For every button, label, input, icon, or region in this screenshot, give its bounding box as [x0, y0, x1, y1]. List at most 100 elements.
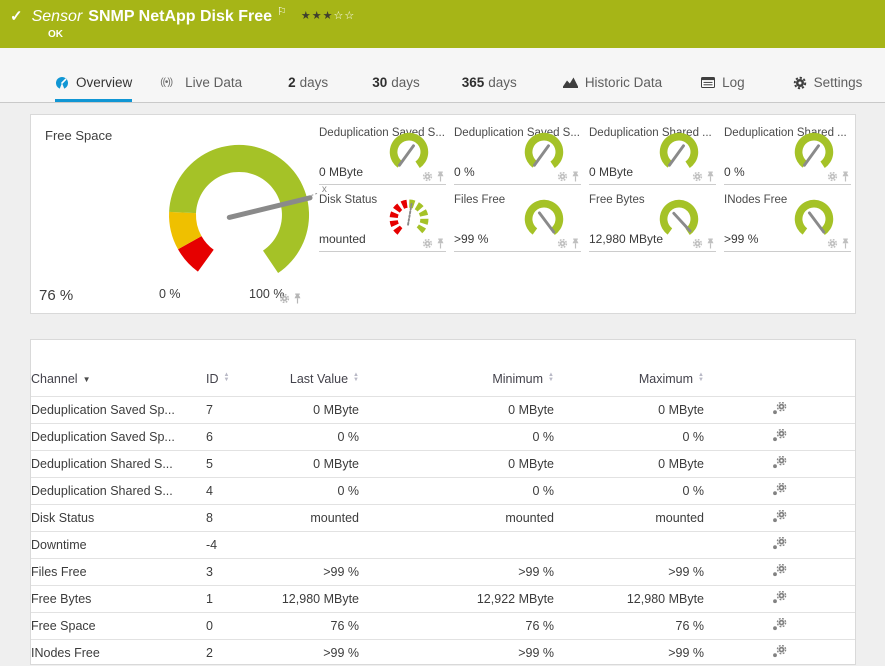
- gauge-settings-gear-icon[interactable]: [692, 171, 703, 182]
- gauge-settings-gear-icon[interactable]: [557, 238, 568, 249]
- cell-last-value: [281, 532, 359, 559]
- gauge-settings-gear-icon[interactable]: [422, 238, 433, 249]
- cell-edit-channel: [704, 613, 855, 640]
- cell-channel: Files Free: [31, 559, 206, 586]
- mini-gauge-dial: [654, 127, 704, 177]
- mini-gauge-dial: [384, 127, 434, 177]
- edit-channel-gear-icon[interactable]: [772, 429, 787, 442]
- cell-id: 3: [206, 559, 281, 586]
- cell-edit-channel: [704, 505, 855, 532]
- gauge-settings-gear-icon[interactable]: [422, 171, 433, 182]
- cell-channel: Free Space: [31, 613, 206, 640]
- tab-bar: Overview((•))Live Data2days30days365days…: [0, 48, 885, 103]
- historic-data-icon: [563, 77, 578, 88]
- cell-last-value: mounted: [281, 505, 359, 532]
- mini-gauge-deduplication-shared: Deduplication Shared ...0 MByte: [589, 125, 716, 185]
- sensor-title: SNMP NetApp Disk Free: [88, 8, 272, 26]
- gauge-settings-gear-icon[interactable]: [692, 238, 703, 249]
- tab-30-days[interactable]: 30days: [372, 75, 420, 102]
- edit-channel-gear-icon[interactable]: [772, 456, 787, 469]
- cell-maximum: 0 %: [554, 478, 704, 505]
- gauge-pin-icon[interactable]: [571, 171, 580, 182]
- gauge-pin-icon[interactable]: [706, 171, 715, 182]
- star-filled-icon: ★★★: [301, 10, 334, 22]
- cell-channel: Disk Status: [31, 505, 206, 532]
- tab-live-data[interactable]: ((•))Live Data: [160, 75, 242, 102]
- edit-channel-gear-icon[interactable]: [772, 591, 787, 604]
- gauge-pin-icon[interactable]: [571, 238, 580, 249]
- cell-maximum: 76 %: [554, 613, 704, 640]
- overview-gauge-icon: [55, 76, 69, 90]
- mini-gauge-label: Disk Status: [319, 194, 377, 206]
- mini-gauge-value: 0 MByte: [319, 165, 363, 179]
- cell-minimum: >99 %: [359, 559, 554, 586]
- column-header-last-value[interactable]: Last Value▲▼: [281, 366, 359, 397]
- edit-channel-gear-icon[interactable]: [772, 402, 787, 415]
- tab-label: Settings: [814, 75, 863, 90]
- tab-number: 365: [462, 75, 485, 90]
- edit-channel-gear-icon[interactable]: [772, 483, 787, 496]
- cell-channel: Free Bytes: [31, 586, 206, 613]
- gauge-pin-icon[interactable]: [436, 238, 445, 249]
- cell-last-value: >99 %: [281, 640, 359, 666]
- tab-historic-data[interactable]: Historic Data: [563, 75, 662, 102]
- priority-stars[interactable]: ★★★☆☆: [301, 9, 355, 22]
- mini-gauge-label: Free Bytes: [589, 194, 645, 206]
- column-header-maximum[interactable]: Maximum▲▼: [554, 366, 704, 397]
- mini-gauge-disk-status: Disk Statusmounted: [319, 192, 446, 252]
- channels-table: Channel▼ID▲▼Last Value▲▼Minimum▲▼Maximum…: [31, 366, 855, 665]
- mini-gauge-actions: [692, 238, 715, 249]
- column-header-channel[interactable]: Channel▼: [31, 366, 206, 397]
- table-row: Downtime-4: [31, 532, 855, 559]
- gauge-pin-icon[interactable]: [841, 171, 850, 182]
- status-ok-check-icon: ✓: [10, 7, 23, 25]
- tab-2-days[interactable]: 2days: [288, 75, 328, 102]
- edit-channel-gear-icon[interactable]: [772, 618, 787, 631]
- tab-label: days: [488, 75, 517, 90]
- gauge-settings-gear-icon[interactable]: [279, 293, 290, 304]
- sort-both-icon: ▲▼: [698, 373, 704, 383]
- cell-edit-channel: [704, 451, 855, 478]
- cell-minimum: 12,922 MByte: [359, 586, 554, 613]
- object-kind-label: Sensor: [32, 8, 83, 26]
- cell-minimum: 0 %: [359, 478, 554, 505]
- column-header-id[interactable]: ID▲▼: [206, 366, 281, 397]
- tab-settings[interactable]: Settings: [793, 75, 863, 102]
- cell-maximum: 0 MByte: [554, 397, 704, 424]
- cell-id: 5: [206, 451, 281, 478]
- live-data-icon: ((•)): [160, 77, 172, 88]
- mini-gauge-dial: [384, 194, 434, 244]
- cell-minimum: >99 %: [359, 640, 554, 666]
- gauge-settings-gear-icon[interactable]: [827, 171, 838, 182]
- gauge-min-label: 0 %: [159, 287, 181, 301]
- edit-channel-gear-icon[interactable]: [772, 537, 787, 550]
- table-row: Deduplication Shared S...40 %0 %0 %: [31, 478, 855, 505]
- tab-overview[interactable]: Overview: [55, 75, 132, 102]
- cell-id: 1: [206, 586, 281, 613]
- flag-icon: ⚐: [277, 5, 287, 18]
- sensor-header-bar: ✓ Sensor SNMP NetApp Disk Free ⚐ ★★★☆☆ O…: [0, 0, 885, 48]
- mini-gauge-deduplication-shared: Deduplication Shared ...0 %: [724, 125, 851, 185]
- cell-maximum: >99 %: [554, 559, 704, 586]
- edit-channel-gear-icon[interactable]: [772, 510, 787, 523]
- column-header-minimum[interactable]: Minimum▲▼: [359, 366, 554, 397]
- tab-log[interactable]: Log: [701, 75, 745, 102]
- cell-id: 8: [206, 505, 281, 532]
- edit-channel-gear-icon[interactable]: [772, 645, 787, 658]
- cell-edit-channel: [704, 424, 855, 451]
- cell-last-value: 0 MByte: [281, 397, 359, 424]
- gauge-pin-icon[interactable]: [293, 293, 302, 304]
- gauge-pin-icon[interactable]: [706, 238, 715, 249]
- gauge-pin-icon[interactable]: [841, 238, 850, 249]
- sort-both-icon: ▲▼: [224, 373, 230, 383]
- gauge-settings-gear-icon[interactable]: [557, 171, 568, 182]
- tab-365-days[interactable]: 365days: [462, 75, 517, 102]
- gauge-settings-gear-icon[interactable]: [827, 238, 838, 249]
- gauge-panel-actions: [279, 293, 302, 304]
- gauge-pin-icon[interactable]: [436, 171, 445, 182]
- cell-last-value: 0 %: [281, 478, 359, 505]
- mini-gauge-dial: [519, 127, 569, 177]
- tab-number: 30: [372, 75, 387, 90]
- edit-channel-gear-icon[interactable]: [772, 564, 787, 577]
- cell-edit-channel: [704, 532, 855, 559]
